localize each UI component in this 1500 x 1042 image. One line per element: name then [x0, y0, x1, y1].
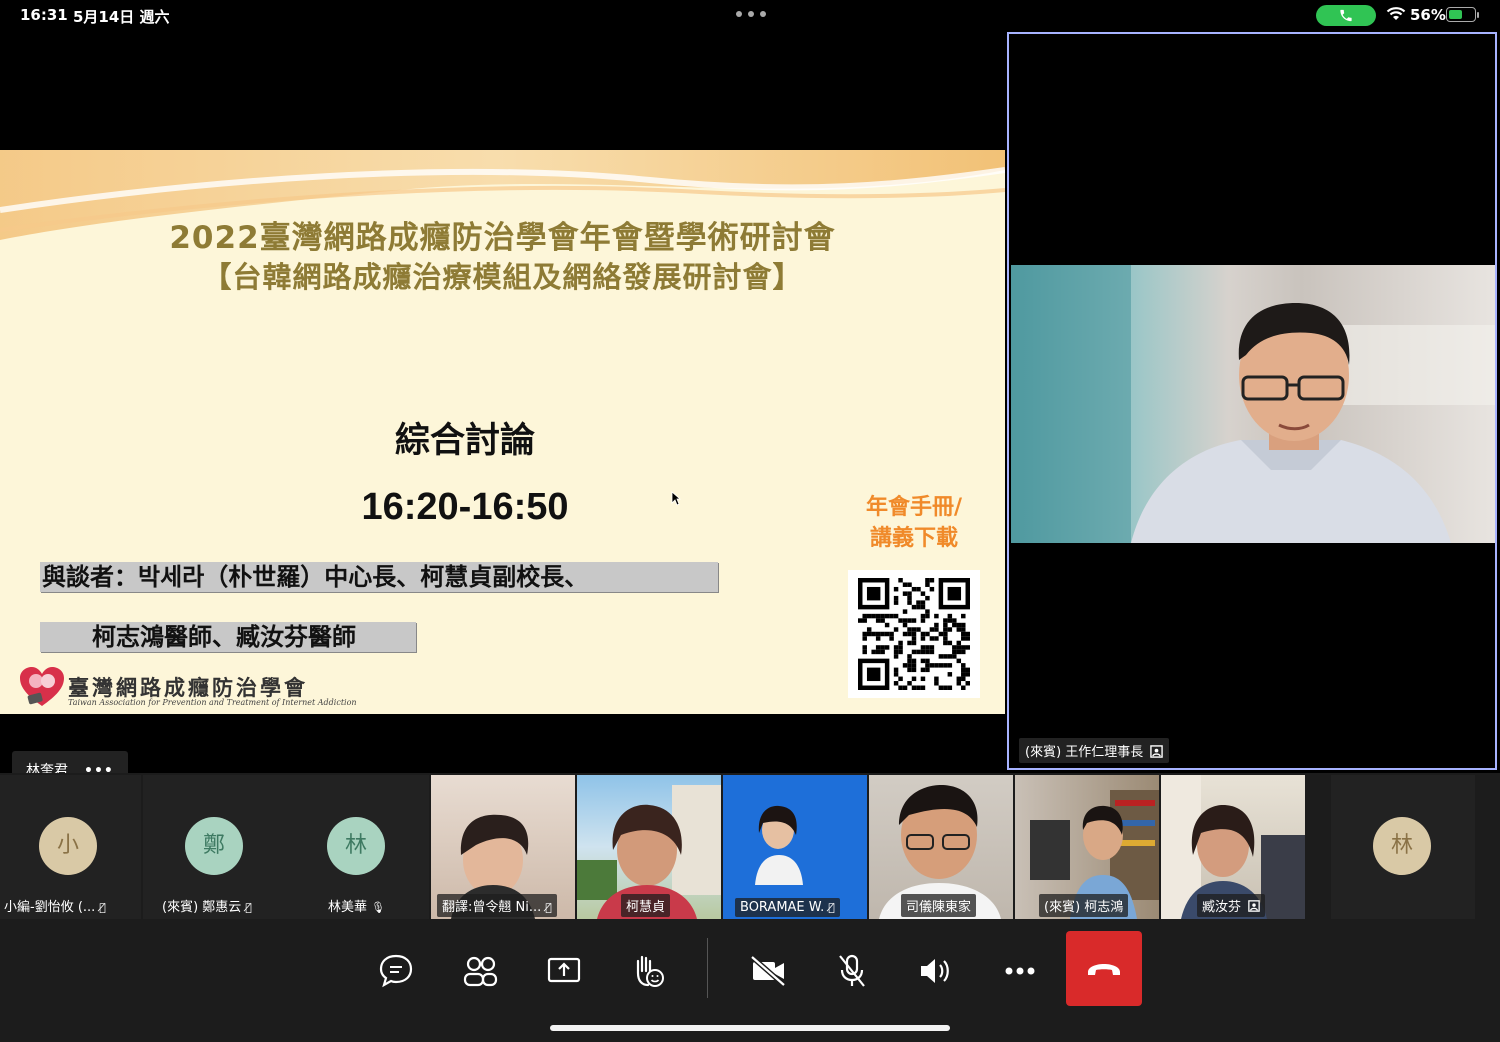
mic-muted-icon: 🎙̸: [245, 901, 252, 914]
pinned-icon: [1150, 745, 1164, 758]
meeting-controls: [0, 921, 1500, 1042]
participant-tile[interactable]: 司儀陳東家: [869, 775, 1013, 919]
participant-tile[interactable]: 鄭 (來賓) 鄭惠云 🎙̸: [143, 775, 287, 919]
shared-slide: 2022臺灣網路成癮防治學會年會暨學術研討會 【台韓網路成癮治療模組及網絡發展研…: [0, 150, 1005, 714]
speaker-name: (來賓) 王作仁理事長: [1025, 745, 1144, 760]
speaker-person-illustration: [1011, 265, 1495, 543]
participant-tile[interactable]: 林: [1331, 775, 1475, 919]
participant-name: (來賓) 柯志鴻: [1044, 900, 1124, 915]
org-logo-subtitle: Taiwan Association for Prevention and Tr…: [68, 698, 357, 707]
camera-off-icon: [750, 955, 786, 987]
phone-icon: [1340, 9, 1352, 22]
shared-content-area[interactable]: 2022臺灣網路成癮防治學會年會暨學術研討會 【台韓網路成癮治療模組及網絡發展研…: [0, 30, 1005, 791]
participant-name-tag: 司儀陳東家: [901, 894, 977, 917]
mic-on-icon: 🎙: [371, 901, 385, 914]
download-label-line2: 講義下載: [869, 526, 958, 551]
active-call-pill[interactable]: [1316, 5, 1376, 26]
multitask-dots-icon[interactable]: [736, 11, 766, 19]
participant-name: 翻譯:曾令翹 Ni...: [442, 900, 542, 915]
raise-hand-button[interactable]: [624, 951, 672, 991]
battery-tip: [1477, 12, 1479, 18]
mic-muted-icon: 🎙̸: [828, 901, 835, 914]
more-button[interactable]: [996, 951, 1044, 991]
avatar: 鄭: [185, 817, 243, 875]
participant-tile[interactable]: BORAMAE W. 🎙̸: [723, 775, 867, 919]
battery-fill: [1448, 9, 1462, 19]
participant-name-tag: 翻譯:曾令翹 Ni... 🎙̸: [437, 894, 557, 917]
mouse-cursor-icon: [671, 491, 681, 506]
download-label-line1: 年會手冊/: [865, 495, 963, 520]
participant-tile[interactable]: 林 林美華 🎙: [285, 775, 429, 919]
participant-name: 小編-劉怡攸 (...: [4, 900, 96, 915]
participant-name: 臧汝芬: [1202, 900, 1242, 915]
participant-name: 柯慧貞: [626, 900, 666, 915]
slide-heading: 綜合討論: [394, 421, 535, 461]
avatar: 小: [39, 817, 97, 875]
battery-icon: [1446, 7, 1476, 22]
slide-title-line1: 2022臺灣網路成癮防治學會年會暨學術研討會: [169, 220, 836, 256]
participant-name-tag: 柯慧貞: [621, 894, 671, 917]
participant-name-tag: BORAMAE W. 🎙̸: [735, 898, 840, 917]
hand-icon: [636, 955, 664, 987]
leave-button[interactable]: [1066, 931, 1142, 1006]
slide-panelists-line2: 柯志鴻醫師、臧汝芬醫師: [40, 622, 416, 652]
participant-name: 林美華: [328, 900, 368, 915]
more-icon: [1005, 967, 1035, 975]
participant-name-tag: (來賓) 鄭惠云 🎙̸: [157, 894, 257, 917]
participants-button[interactable]: [456, 951, 504, 991]
participant-name: BORAMAE W.: [740, 900, 825, 915]
speaker-video: [1011, 265, 1495, 543]
status-bar: 16:31 5月14日 週六 56%: [0, 0, 1500, 30]
home-indicator[interactable]: [550, 1025, 950, 1031]
participant-name-tag: [1333, 913, 1343, 917]
qr-code: [848, 570, 980, 698]
participant-name-tag: 臧汝芬: [1197, 894, 1266, 917]
participant-name-tag: (來賓) 柯志鴻: [1039, 894, 1129, 917]
mic-button[interactable]: [828, 951, 876, 991]
participant-tile[interactable]: 翻譯:曾令翹 Ni... 🎙̸: [431, 775, 575, 919]
participant-tile[interactable]: 柯慧貞: [577, 775, 721, 919]
speaker-icon: [921, 959, 949, 983]
avatar: 林: [1373, 817, 1431, 875]
controls-divider: [707, 938, 708, 998]
mic-muted-icon: 🎙̸: [99, 901, 106, 914]
status-date: 5月14日 週六: [73, 8, 170, 26]
battery-percent: 56%: [1410, 6, 1446, 24]
participant-name-tag: 林美華 🎙: [323, 894, 390, 917]
camera-button[interactable]: [744, 951, 792, 991]
screen-share-icon: [1248, 900, 1260, 912]
slide-title-line2: 【台韓網路成癮治療模組及網絡發展研討會】: [202, 260, 803, 294]
wifi-icon: [1386, 7, 1406, 20]
participant-name-tag: 小編-劉怡攸 (... 🎙̸: [0, 894, 111, 917]
status-time: 16:31: [20, 6, 68, 24]
participant-tile[interactable]: 臧汝芬: [1161, 775, 1305, 919]
slide-time-range: 16:20-16:50: [361, 486, 569, 528]
share-icon: [547, 957, 581, 983]
hangup-icon: [1088, 964, 1120, 975]
participant-tile[interactable]: 小 小編-劉怡攸 (... 🎙̸: [0, 775, 141, 919]
chat-icon: [379, 954, 413, 988]
slide-download-label: 年會手冊/ 講義下載: [846, 492, 982, 554]
share-button[interactable]: [540, 951, 588, 991]
active-speaker-tile[interactable]: (來賓) 王作仁理事長: [1007, 32, 1497, 770]
mic-off-icon: [839, 954, 865, 987]
mic-muted-icon: 🎙̸: [545, 901, 552, 914]
org-logo-heart-icon: [20, 667, 64, 706]
participant-tile[interactable]: (來賓) 柯志鴻: [1015, 775, 1159, 919]
participant-name: 司儀陳東家: [906, 900, 972, 915]
slide-panelists-line1: 與談者：박세라（朴世羅）中心長、柯慧貞副校長、: [40, 562, 718, 592]
participant-name: (來賓) 鄭惠云: [162, 900, 242, 915]
speaker-name-tag: (來賓) 王作仁理事長: [1019, 738, 1170, 763]
avatar: 林: [327, 817, 385, 875]
chat-button[interactable]: [372, 951, 420, 991]
participant-gallery[interactable]: 小 小編-劉怡攸 (... 🎙̸ 鄭 (來賓) 鄭惠云 🎙̸ 林 林美華 🎙 翻譯:曾…: [0, 773, 1500, 921]
speaker-button[interactable]: [912, 951, 960, 991]
people-icon: [463, 956, 498, 987]
